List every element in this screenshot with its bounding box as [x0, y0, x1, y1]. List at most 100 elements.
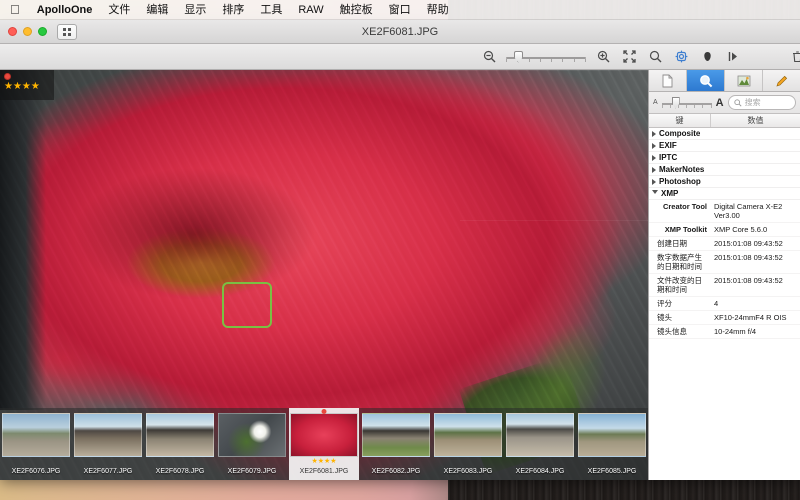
zoom-in-icon[interactable] [594, 49, 612, 65]
loupe-icon[interactable] [646, 49, 664, 65]
window-content: ★★★★ XE2F6076.JPG XE2F6077.JPG [0, 70, 800, 480]
image-colors-icon [737, 75, 751, 87]
metadata-key: 创建日期 [649, 239, 711, 248]
color-label-dot[interactable] [4, 73, 11, 80]
rating-stars[interactable]: ★★★★ [4, 82, 50, 92]
menu-item-window[interactable]: 窗口 [381, 0, 419, 20]
tab-metadata[interactable] [687, 70, 725, 91]
filmstrip-thumb[interactable]: XE2F6083.JPG [433, 408, 503, 480]
apple-logo-icon[interactable]:  [0, 0, 29, 20]
thumbnail-image[interactable] [146, 413, 214, 457]
thumbnail-image[interactable] [506, 413, 574, 457]
close-button[interactable] [8, 27, 17, 36]
tab-edit[interactable] [763, 70, 800, 91]
metadata-row[interactable]: Creator Tool Digital Camera X-E2 Ver3.00 [649, 200, 800, 223]
thumbnail-filename: XE2F6084.JPG [516, 467, 565, 476]
chevron-down-icon [652, 190, 658, 197]
thumbnail-image[interactable] [74, 413, 142, 457]
thumbnail-filename: XE2F6081.JPG [300, 467, 349, 476]
filmstrip-thumb-selected[interactable]: ★★★★ XE2F6081.JPG [289, 408, 359, 480]
font-size-small-label: A [653, 99, 658, 106]
column-header-value[interactable]: 数值 [711, 114, 800, 127]
tab-file-info[interactable] [649, 70, 687, 91]
metadata-row[interactable]: 镜头 XF10-24mmF4 R OIS [649, 311, 800, 325]
menu-item-edit[interactable]: 编辑 [138, 0, 176, 20]
metadata-key: 数字数据产生的日期和时间 [649, 253, 711, 271]
metadata-row[interactable]: 创建日期 2015:01:08 09:43:52 [649, 237, 800, 251]
filmstrip-thumb[interactable]: XE2F6084.JPG [505, 408, 575, 480]
metadata-row[interactable]: 镜头信息 10-24mm f/4 [649, 325, 800, 339]
metadata-group-xmp[interactable]: XMP [649, 188, 800, 200]
tab-histogram[interactable] [725, 70, 763, 91]
delete-icon[interactable] [788, 49, 800, 65]
metadata-key: XMP Toolkit [649, 225, 711, 234]
metadata-key: 镜头信息 [649, 327, 711, 336]
zoom-slider[interactable] [506, 51, 586, 63]
thumbnail-image[interactable] [578, 413, 646, 457]
chevron-right-icon [652, 155, 656, 161]
thumbnail-image[interactable] [2, 413, 70, 457]
metadata-value: 4 [711, 299, 800, 308]
thumbnail-filename: XE2F6083.JPG [444, 467, 493, 476]
grid-view-button[interactable] [57, 24, 77, 40]
filmstrip-thumb[interactable]: XE2F6076.JPG [1, 408, 71, 480]
group-label: Composite [659, 129, 700, 138]
thumbnail-image[interactable] [218, 413, 286, 457]
filmstrip[interactable]: XE2F6076.JPG XE2F6077.JPG XE2F6078.JPG X… [0, 408, 648, 480]
metadata-value: 2015:01:08 09:43:52 [711, 253, 800, 262]
slideshow-play-icon[interactable] [724, 49, 742, 65]
filmstrip-thumb[interactable]: XE2F6085.JPG [577, 408, 647, 480]
thumbnail-filename: XE2F6077.JPG [84, 467, 133, 476]
minimize-button[interactable] [23, 27, 32, 36]
metadata-row[interactable]: 数字数据产生的日期和时间 2015:01:08 09:43:52 [649, 251, 800, 274]
filmstrip-thumb[interactable]: XE2F6082.JPG [361, 408, 431, 480]
group-label: IPTC [659, 153, 677, 162]
filmstrip-thumb[interactable]: XE2F6077.JPG [73, 408, 143, 480]
metadata-row[interactable]: 评分 4 [649, 297, 800, 311]
filmstrip-thumb[interactable]: XE2F6079.JPG [217, 408, 287, 480]
metadata-list[interactable]: Composite EXIF IPTC MakerNotes Photoshop [649, 128, 800, 480]
group-label: MakerNotes [659, 165, 704, 174]
menu-item-raw[interactable]: RAW [290, 0, 331, 20]
maximize-button[interactable] [38, 27, 47, 36]
metadata-group-makernotes[interactable]: MakerNotes [649, 164, 800, 176]
thumbnail-image[interactable] [434, 413, 502, 457]
magnifier-icon [699, 74, 713, 88]
font-slider-ticks [662, 105, 712, 108]
color-settings-icon[interactable] [672, 49, 690, 65]
thumbnail-filename: XE2F6076.JPG [12, 467, 61, 476]
window-titlebar: XE2F6081.JPG [0, 20, 800, 44]
metadata-group-iptc[interactable]: IPTC [649, 152, 800, 164]
metadata-search-input[interactable]: 搜索 [728, 95, 796, 110]
menu-item-view[interactable]: 显示 [176, 0, 214, 20]
window-controls [8, 27, 47, 36]
font-size-slider[interactable] [662, 97, 712, 109]
pencil-edit-icon [775, 74, 789, 88]
search-icon [734, 99, 742, 107]
metadata-value: XF10-24mmF4 R OIS [711, 313, 800, 322]
metadata-value: Digital Camera X-E2 Ver3.00 [711, 202, 800, 220]
column-header-key[interactable]: 键 [649, 114, 711, 127]
metadata-row[interactable]: XMP Toolkit XMP Core 5.6.0 [649, 223, 800, 237]
metadata-group-photoshop[interactable]: Photoshop [649, 176, 800, 188]
menu-item-tools[interactable]: 工具 [252, 0, 290, 20]
filmstrip-thumb[interactable]: XE2F6078.JPG [145, 408, 215, 480]
fit-to-screen-icon[interactable] [620, 49, 638, 65]
image-viewer[interactable]: ★★★★ XE2F6076.JPG XE2F6077.JPG [0, 70, 648, 480]
thumbnail-filename: XE2F6079.JPG [228, 467, 277, 476]
metadata-row[interactable]: 文件改变的日期和时间 2015:01:08 09:43:52 [649, 274, 800, 297]
menu-item-help[interactable]: 帮助 [419, 0, 457, 20]
thumbnail-image[interactable] [290, 413, 358, 457]
zoom-out-icon[interactable] [480, 49, 498, 65]
rating-overlay[interactable]: ★★★★ [0, 70, 54, 100]
metadata-key: 评分 [649, 299, 711, 308]
thumbnail-image[interactable] [362, 413, 430, 457]
menu-bar:  ApolloOne 文件 编辑 显示 排序 工具 RAW 触控板 窗口 帮助 [0, 0, 800, 20]
face-detect-icon[interactable] [698, 49, 716, 65]
menu-item-file[interactable]: 文件 [100, 0, 138, 20]
menu-item-apolloone[interactable]: ApolloOne [29, 0, 101, 20]
menu-item-sort[interactable]: 排序 [214, 0, 252, 20]
metadata-group-exif[interactable]: EXIF [649, 140, 800, 152]
metadata-group-composite[interactable]: Composite [649, 128, 800, 140]
menu-item-trackpad[interactable]: 触控板 [332, 0, 381, 20]
